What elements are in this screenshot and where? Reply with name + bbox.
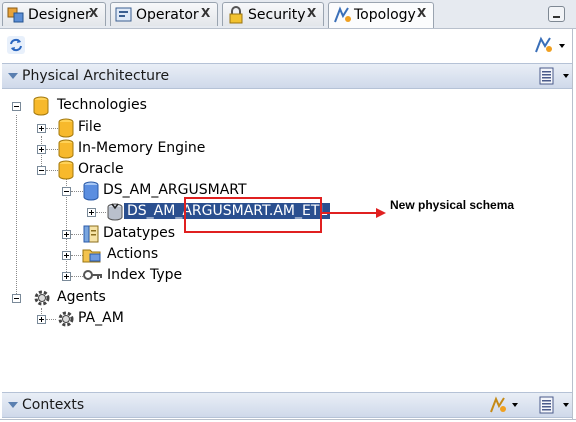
panel-border <box>572 28 573 420</box>
gear-icon <box>58 311 74 327</box>
operator-icon <box>115 7 132 22</box>
panel-border <box>0 419 576 420</box>
collapse-icon[interactable] <box>12 294 21 303</box>
callout-arrow-icon <box>376 208 386 218</box>
tree-label: Datatypes <box>103 225 175 241</box>
close-icon[interactable]: X <box>307 6 316 20</box>
tree-node-oracle[interactable]: Oracle <box>0 160 300 180</box>
collapse-arrow-icon[interactable] <box>8 402 18 408</box>
database-icon <box>33 96 49 116</box>
tab-designer[interactable]: Designer X <box>2 2 106 26</box>
security-icon <box>229 6 243 24</box>
expand-icon[interactable] <box>37 145 46 154</box>
tree-label: PA_AM <box>78 310 124 326</box>
expand-icon[interactable] <box>37 315 46 324</box>
folder-icon <box>82 249 101 263</box>
tab-label: Operator <box>136 7 199 23</box>
key-icon <box>83 270 102 280</box>
datatypes-icon <box>83 225 99 243</box>
view-menu-icon[interactable] <box>538 66 556 86</box>
tree-label: In-Memory Engine <box>78 140 206 156</box>
topology-menu-icon[interactable] <box>533 34 555 56</box>
tree-node-in-memory-engine[interactable]: In-Memory Engine <box>0 139 300 159</box>
expand-icon[interactable] <box>62 272 71 281</box>
callout-box <box>184 197 322 233</box>
tab-label: Security <box>248 7 306 23</box>
callout-line <box>322 212 378 214</box>
close-icon[interactable]: X <box>201 6 210 20</box>
database-icon <box>58 118 74 138</box>
tab-label: Topology <box>354 7 416 23</box>
tree-node-agents[interactable]: Agents <box>0 288 300 308</box>
section-title: Contexts <box>22 397 85 413</box>
tree-label: Actions <box>107 246 159 262</box>
tab-topology[interactable]: Topology X <box>328 2 434 28</box>
collapse-icon[interactable] <box>12 102 21 111</box>
tab-bar: Designer X Operator X Security X Topolog… <box>0 0 576 29</box>
expand-icon[interactable] <box>62 251 71 260</box>
toolbar <box>0 29 576 63</box>
close-icon[interactable]: X <box>417 6 426 20</box>
collapse-arrow-icon[interactable] <box>8 73 18 79</box>
tree-label: DS_AM_ARGUSMART <box>103 182 247 198</box>
tree-node-agent-pa-am[interactable]: PA_AM <box>0 309 300 329</box>
tree-label: Index Type <box>107 267 183 283</box>
tree-node-technologies[interactable]: Technologies <box>0 96 300 116</box>
section-title: Physical Architecture <box>22 68 170 84</box>
database-icon <box>58 139 74 159</box>
contexts-header[interactable]: Contexts <box>2 392 572 418</box>
chevron-down-icon[interactable] <box>559 44 565 48</box>
collapse-icon[interactable] <box>62 187 71 196</box>
designer-icon <box>7 7 24 23</box>
topology-icon <box>334 6 351 23</box>
physical-architecture-header[interactable]: Physical Architecture <box>2 63 572 89</box>
gear-icon <box>34 290 50 306</box>
expand-icon[interactable] <box>37 124 46 133</box>
physical-architecture-tree: Technologies File In-Memory Engine Oracl… <box>0 90 572 390</box>
tree-label: Agents <box>57 289 106 305</box>
tree-node-index-type[interactable]: Index Type <box>0 266 300 286</box>
minimize-button[interactable] <box>548 6 565 22</box>
tree-node-file[interactable]: File <box>0 118 300 138</box>
tree-label: Technologies <box>57 97 147 113</box>
chevron-down-icon[interactable] <box>563 74 569 78</box>
tree-label: Oracle <box>78 161 124 177</box>
tree-label: File <box>78 119 102 135</box>
data-server-icon <box>83 181 99 201</box>
expand-icon[interactable] <box>62 230 71 239</box>
close-icon[interactable]: X <box>89 6 98 20</box>
tab-label: Designer <box>28 7 91 23</box>
context-icon[interactable] <box>488 395 508 415</box>
tab-security[interactable]: Security X <box>222 2 324 26</box>
tab-operator[interactable]: Operator X <box>110 2 218 26</box>
callout-text: New physical schema <box>390 198 515 212</box>
physical-schema-icon <box>107 203 123 221</box>
chevron-down-icon[interactable] <box>563 403 569 407</box>
collapse-icon[interactable] <box>37 166 46 175</box>
chevron-down-icon[interactable] <box>512 403 518 407</box>
expand-icon[interactable] <box>87 208 96 217</box>
refresh-icon[interactable] <box>6 35 26 55</box>
database-icon <box>58 160 74 180</box>
view-menu-icon[interactable] <box>538 395 556 415</box>
tree-node-actions[interactable]: Actions <box>0 245 300 265</box>
